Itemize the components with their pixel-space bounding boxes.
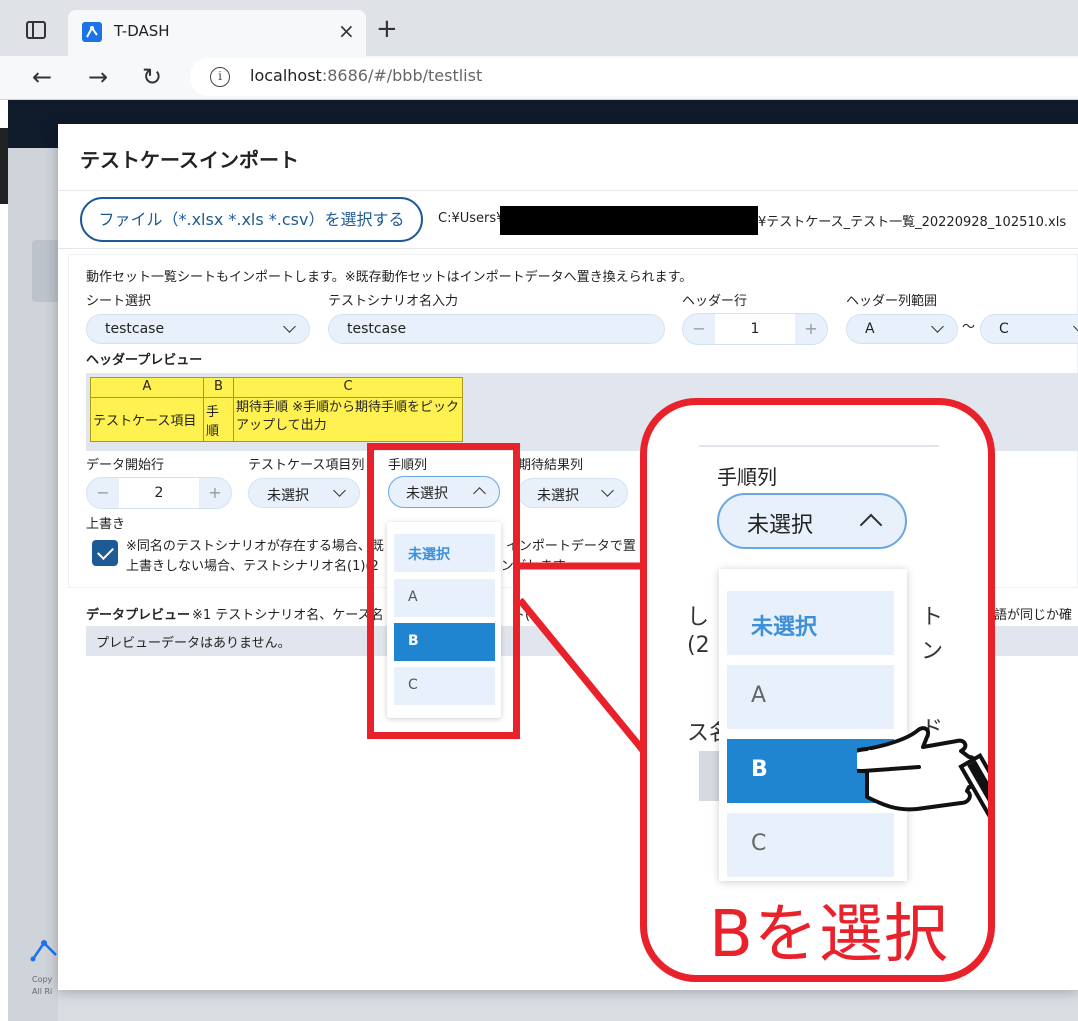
- data-preview-note: ※1 テストシナリオ名、ケース名: [192, 608, 384, 623]
- data-start-label: データ開始行: [86, 458, 165, 473]
- header-range-from-select[interactable]: A: [846, 314, 958, 344]
- reload-icon[interactable]: ↻: [142, 62, 162, 92]
- data-preview-label: データプレビュー: [86, 608, 191, 623]
- highlight-box: [367, 443, 520, 739]
- app-side-panel: [8, 148, 62, 1021]
- pointing-hand-icon: [857, 726, 988, 824]
- tdash-logo-icon: [30, 940, 57, 962]
- zoom-fragment: し: [687, 605, 710, 630]
- scenario-name-label: テストシナリオ名入力: [328, 294, 459, 309]
- divider: [58, 190, 1078, 191]
- divider: [58, 248, 1078, 249]
- header-preview-label: ヘッダープレビュー: [86, 353, 203, 368]
- header-cell: テストケース項目: [90, 397, 204, 442]
- zoom-callout: 手順列 未選択 し (2 ト ン ス名 ド 未選択 A B C Bを選択: [640, 398, 995, 982]
- header-preview-table: A B C テストケース項目 手順 期待手順 ※手順から期待手順をピックアップし…: [90, 377, 463, 442]
- browser-tab[interactable]: T-DASH ×: [68, 10, 366, 56]
- testcase-col-label: テストケース項目列: [248, 458, 365, 473]
- address-bar: ← → ↻ i localhost:8686/#/bbb/testlist: [0, 56, 1078, 100]
- zoom-step-col-label: 手順列: [717, 465, 777, 489]
- file-path-prefix: C:¥Users¥: [438, 211, 505, 226]
- zoom-fragment: (2: [687, 633, 710, 658]
- sheet-select[interactable]: testcase: [86, 314, 310, 344]
- header-row-label: ヘッダー行: [682, 294, 748, 309]
- tab-title: T-DASH: [114, 22, 170, 40]
- header-col: B: [203, 377, 234, 398]
- url-text: localhost:8686/#/bbb/testlist: [250, 66, 483, 85]
- decrement-button[interactable]: −: [87, 478, 119, 508]
- overwrite-label: 上書き: [86, 517, 126, 532]
- back-icon[interactable]: ←: [32, 62, 52, 92]
- increment-button[interactable]: +: [199, 478, 231, 508]
- zoom-step-col-select: 未選択: [717, 493, 907, 549]
- scenario-name-input[interactable]: testcase: [328, 314, 665, 344]
- header-cell: 期待手順 ※手順から期待手順をピックアップして出力: [233, 397, 463, 442]
- file-path-suffix: ¥テストケース_テスト一覧_20220928_102510.xls: [758, 215, 1067, 230]
- header-col: C: [233, 377, 463, 398]
- app-dark-strip: [0, 128, 8, 204]
- range-tilde: 〜: [962, 320, 976, 335]
- chevron-down-icon: [335, 487, 345, 497]
- header-col: A: [90, 377, 204, 398]
- redacted-block: [500, 206, 758, 235]
- zoom-option-unselected: 未選択: [727, 591, 894, 655]
- chevron-up-icon: [863, 517, 879, 533]
- decrement-button[interactable]: −: [683, 314, 715, 344]
- tdash-favicon-icon: [82, 22, 102, 42]
- header-range-label: ヘッダー列範囲: [846, 294, 938, 309]
- select-file-button[interactable]: ファイル（*.xlsx *.xls *.csv）を選択する: [80, 197, 423, 242]
- header-row-value[interactable]: 1: [715, 314, 795, 344]
- import-notice: 動作セット一覧シートもインポートします。※既存動作セットはインポートデータへ置き…: [86, 270, 693, 285]
- pager-strip: [58, 990, 1078, 1021]
- close-tab-icon[interactable]: ×: [338, 19, 355, 43]
- chevron-down-icon: [285, 323, 295, 333]
- chevron-down-icon: [603, 487, 613, 497]
- tab-actions-icon[interactable]: [26, 21, 46, 39]
- expected-col-select[interactable]: 未選択: [518, 478, 628, 508]
- forward-icon[interactable]: →: [88, 62, 108, 92]
- expected-col-label: 期待結果列: [518, 458, 584, 473]
- data-start-value[interactable]: 2: [119, 478, 199, 508]
- data-preview-note-right: 語が同じか確: [994, 608, 1073, 623]
- overwrite-checkbox[interactable]: [92, 540, 118, 566]
- new-tab-icon[interactable]: +: [376, 14, 398, 44]
- browser-tab-bar: T-DASH × +: [0, 0, 1078, 56]
- testcase-col-select[interactable]: 未選択: [248, 478, 360, 508]
- zoom-fragment: ン: [921, 639, 944, 664]
- data-start-stepper[interactable]: − 2 +: [86, 477, 232, 509]
- no-preview-text: プレビューデータはありません。: [96, 636, 291, 651]
- modal-title: テストケースインポート: [80, 148, 299, 172]
- header-range-to-select[interactable]: C: [980, 314, 1078, 344]
- site-info-icon[interactable]: i: [210, 67, 230, 87]
- increment-button[interactable]: +: [795, 314, 827, 344]
- header-row-stepper[interactable]: − 1 +: [682, 313, 828, 345]
- url-field[interactable]: i localhost:8686/#/bbb/testlist: [190, 58, 1078, 96]
- header-cell: 手順: [203, 397, 234, 442]
- app-left-edge: [0, 100, 8, 1021]
- sheet-select-label: シート選択: [86, 294, 152, 309]
- chevron-down-icon: [933, 323, 943, 333]
- callout-caption: Bを選択: [709, 898, 949, 972]
- zoom-fragment: ト: [921, 605, 944, 630]
- copyright: Copy All Ri: [32, 975, 53, 996]
